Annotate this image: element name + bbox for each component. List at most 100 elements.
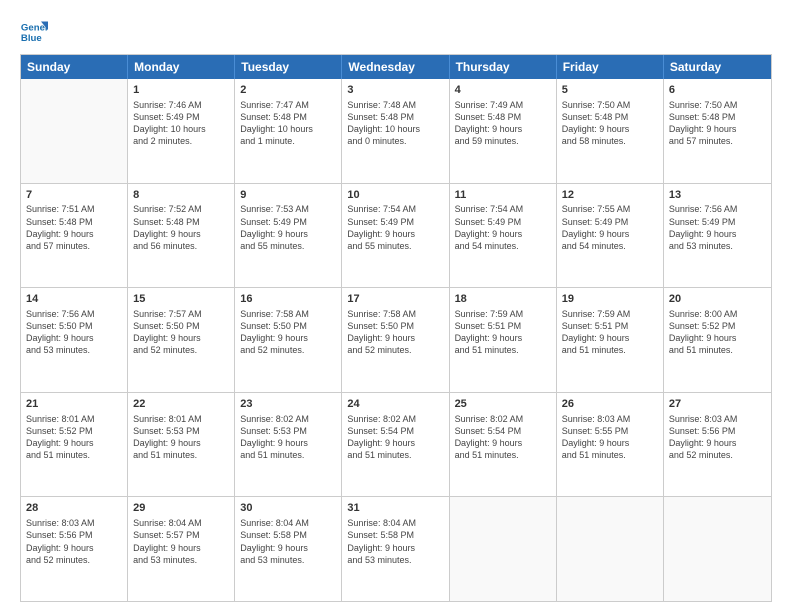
calendar-cell: 21Sunrise: 8:01 AM Sunset: 5:52 PM Dayli… [21,393,128,497]
day-info: Sunrise: 7:50 AM Sunset: 5:48 PM Dayligh… [669,99,766,148]
day-info: Sunrise: 7:53 AM Sunset: 5:49 PM Dayligh… [240,203,336,252]
calendar-cell: 12Sunrise: 7:55 AM Sunset: 5:49 PM Dayli… [557,184,664,288]
day-number: 18 [455,292,551,307]
calendar-cell: 7Sunrise: 7:51 AM Sunset: 5:48 PM Daylig… [21,184,128,288]
day-number: 19 [562,292,658,307]
calendar-cell: 30Sunrise: 8:04 AM Sunset: 5:58 PM Dayli… [235,497,342,601]
calendar-week-row: 21Sunrise: 8:01 AM Sunset: 5:52 PM Dayli… [21,393,771,498]
calendar-cell: 23Sunrise: 8:02 AM Sunset: 5:53 PM Dayli… [235,393,342,497]
day-info: Sunrise: 8:02 AM Sunset: 5:54 PM Dayligh… [347,413,443,462]
calendar-cell: 25Sunrise: 8:02 AM Sunset: 5:54 PM Dayli… [450,393,557,497]
day-number: 27 [669,397,766,412]
day-info: Sunrise: 8:04 AM Sunset: 5:57 PM Dayligh… [133,517,229,566]
calendar-cell: 5Sunrise: 7:50 AM Sunset: 5:48 PM Daylig… [557,79,664,183]
day-number: 24 [347,397,443,412]
day-info: Sunrise: 8:03 AM Sunset: 5:55 PM Dayligh… [562,413,658,462]
logo-icon: General Blue [20,18,48,46]
calendar-cell: 3Sunrise: 7:48 AM Sunset: 5:48 PM Daylig… [342,79,449,183]
calendar-header-day: Thursday [450,55,557,79]
calendar-cell: 13Sunrise: 7:56 AM Sunset: 5:49 PM Dayli… [664,184,771,288]
day-number: 23 [240,397,336,412]
calendar-week-row: 14Sunrise: 7:56 AM Sunset: 5:50 PM Dayli… [21,288,771,393]
calendar-cell [557,497,664,601]
day-number: 31 [347,501,443,516]
day-info: Sunrise: 8:01 AM Sunset: 5:53 PM Dayligh… [133,413,229,462]
day-number: 14 [26,292,122,307]
day-number: 22 [133,397,229,412]
calendar-cell [450,497,557,601]
calendar-header: SundayMondayTuesdayWednesdayThursdayFrid… [21,55,771,79]
calendar-cell: 24Sunrise: 8:02 AM Sunset: 5:54 PM Dayli… [342,393,449,497]
day-number: 16 [240,292,336,307]
calendar-week-row: 28Sunrise: 8:03 AM Sunset: 5:56 PM Dayli… [21,497,771,601]
calendar-header-day: Tuesday [235,55,342,79]
calendar-cell [664,497,771,601]
day-info: Sunrise: 7:55 AM Sunset: 5:49 PM Dayligh… [562,203,658,252]
day-info: Sunrise: 7:48 AM Sunset: 5:48 PM Dayligh… [347,99,443,148]
day-info: Sunrise: 7:46 AM Sunset: 5:49 PM Dayligh… [133,99,229,148]
day-number: 3 [347,83,443,98]
calendar-cell: 22Sunrise: 8:01 AM Sunset: 5:53 PM Dayli… [128,393,235,497]
day-info: Sunrise: 7:47 AM Sunset: 5:48 PM Dayligh… [240,99,336,148]
day-number: 29 [133,501,229,516]
day-number: 8 [133,188,229,203]
day-number: 30 [240,501,336,516]
day-info: Sunrise: 7:54 AM Sunset: 5:49 PM Dayligh… [347,203,443,252]
calendar: SundayMondayTuesdayWednesdayThursdayFrid… [20,54,772,602]
calendar-cell: 2Sunrise: 7:47 AM Sunset: 5:48 PM Daylig… [235,79,342,183]
day-info: Sunrise: 8:03 AM Sunset: 5:56 PM Dayligh… [26,517,122,566]
calendar-week-row: 7Sunrise: 7:51 AM Sunset: 5:48 PM Daylig… [21,184,771,289]
calendar-cell: 6Sunrise: 7:50 AM Sunset: 5:48 PM Daylig… [664,79,771,183]
day-info: Sunrise: 7:59 AM Sunset: 5:51 PM Dayligh… [455,308,551,357]
day-number: 5 [562,83,658,98]
day-info: Sunrise: 8:02 AM Sunset: 5:53 PM Dayligh… [240,413,336,462]
calendar-header-day: Monday [128,55,235,79]
day-info: Sunrise: 7:51 AM Sunset: 5:48 PM Dayligh… [26,203,122,252]
calendar-cell: 10Sunrise: 7:54 AM Sunset: 5:49 PM Dayli… [342,184,449,288]
day-number: 15 [133,292,229,307]
calendar-cell: 11Sunrise: 7:54 AM Sunset: 5:49 PM Dayli… [450,184,557,288]
day-number: 9 [240,188,336,203]
day-info: Sunrise: 8:04 AM Sunset: 5:58 PM Dayligh… [240,517,336,566]
calendar-week-row: 1Sunrise: 7:46 AM Sunset: 5:49 PM Daylig… [21,79,771,184]
day-info: Sunrise: 8:02 AM Sunset: 5:54 PM Dayligh… [455,413,551,462]
day-number: 6 [669,83,766,98]
day-info: Sunrise: 8:01 AM Sunset: 5:52 PM Dayligh… [26,413,122,462]
calendar-cell: 20Sunrise: 8:00 AM Sunset: 5:52 PM Dayli… [664,288,771,392]
calendar-cell: 31Sunrise: 8:04 AM Sunset: 5:58 PM Dayli… [342,497,449,601]
day-info: Sunrise: 7:57 AM Sunset: 5:50 PM Dayligh… [133,308,229,357]
day-info: Sunrise: 7:54 AM Sunset: 5:49 PM Dayligh… [455,203,551,252]
day-number: 7 [26,188,122,203]
day-info: Sunrise: 7:52 AM Sunset: 5:48 PM Dayligh… [133,203,229,252]
calendar-cell: 19Sunrise: 7:59 AM Sunset: 5:51 PM Dayli… [557,288,664,392]
calendar-cell: 18Sunrise: 7:59 AM Sunset: 5:51 PM Dayli… [450,288,557,392]
day-info: Sunrise: 7:56 AM Sunset: 5:49 PM Dayligh… [669,203,766,252]
calendar-cell: 8Sunrise: 7:52 AM Sunset: 5:48 PM Daylig… [128,184,235,288]
day-info: Sunrise: 8:00 AM Sunset: 5:52 PM Dayligh… [669,308,766,357]
day-number: 1 [133,83,229,98]
calendar-cell: 16Sunrise: 7:58 AM Sunset: 5:50 PM Dayli… [235,288,342,392]
calendar-cell: 15Sunrise: 7:57 AM Sunset: 5:50 PM Dayli… [128,288,235,392]
calendar-body: 1Sunrise: 7:46 AM Sunset: 5:49 PM Daylig… [21,79,771,601]
day-number: 20 [669,292,766,307]
day-number: 10 [347,188,443,203]
day-info: Sunrise: 7:59 AM Sunset: 5:51 PM Dayligh… [562,308,658,357]
header: General Blue [20,18,772,46]
page: General Blue SundayMondayTuesdayWednesda… [0,0,792,612]
calendar-header-day: Saturday [664,55,771,79]
day-number: 26 [562,397,658,412]
logo: General Blue [20,18,50,46]
day-info: Sunrise: 7:49 AM Sunset: 5:48 PM Dayligh… [455,99,551,148]
calendar-cell: 26Sunrise: 8:03 AM Sunset: 5:55 PM Dayli… [557,393,664,497]
day-number: 4 [455,83,551,98]
calendar-cell: 27Sunrise: 8:03 AM Sunset: 5:56 PM Dayli… [664,393,771,497]
calendar-cell [21,79,128,183]
calendar-cell: 14Sunrise: 7:56 AM Sunset: 5:50 PM Dayli… [21,288,128,392]
day-number: 11 [455,188,551,203]
day-number: 17 [347,292,443,307]
calendar-cell: 4Sunrise: 7:49 AM Sunset: 5:48 PM Daylig… [450,79,557,183]
day-number: 25 [455,397,551,412]
day-info: Sunrise: 8:04 AM Sunset: 5:58 PM Dayligh… [347,517,443,566]
calendar-cell: 1Sunrise: 7:46 AM Sunset: 5:49 PM Daylig… [128,79,235,183]
day-number: 12 [562,188,658,203]
